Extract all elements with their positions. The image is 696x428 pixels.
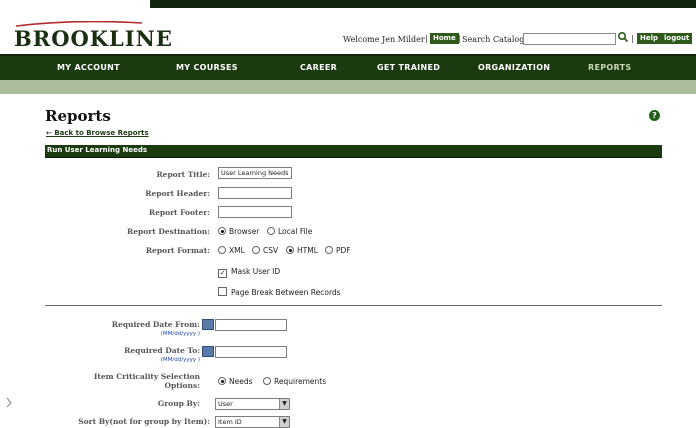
option-label: Local File: [278, 227, 313, 236]
divider: [45, 305, 662, 306]
top-strip-dark: [150, 0, 696, 8]
required-date-to-field[interactable]: [215, 346, 287, 358]
page-title: Reports: [45, 107, 111, 125]
chevron-down-icon[interactable]: ▼: [279, 399, 289, 409]
calendar-icon[interactable]: [202, 346, 214, 357]
help-button[interactable]: Help: [637, 33, 662, 44]
criticality-requirements-option[interactable]: Requirements: [263, 377, 326, 386]
radio-button[interactable]: [252, 246, 260, 254]
separator: |: [458, 34, 461, 43]
nav-my-account[interactable]: MY ACCOUNT: [57, 63, 120, 72]
top-strip: [0, 0, 696, 8]
logo[interactable]: BROOKLINE: [14, 26, 173, 51]
nav-organization[interactable]: ORGANIZATION: [478, 63, 550, 72]
radio-button[interactable]: [267, 227, 275, 235]
sub-nav-bar: [0, 80, 696, 94]
sort-by-label: Sort By(not for group by Item):: [78, 417, 210, 426]
date-format-hint: (MM/dd/yyyy ): [160, 331, 200, 337]
welcome-text: Welcome Jen Milder: [343, 35, 425, 44]
mouse-cursor-icon: [6, 398, 12, 408]
option-label: Browser: [229, 227, 260, 236]
mask-user-id-checkbox[interactable]: ✓ Mask User ID: [218, 267, 280, 278]
radio-button[interactable]: [218, 377, 226, 385]
separator: |: [631, 34, 634, 43]
main-nav: MY ACCOUNT MY COURSES CAREER GET TRAINED…: [0, 54, 696, 82]
radio-button[interactable]: [263, 377, 271, 385]
nav-reports[interactable]: REPORTS: [588, 63, 631, 72]
checkbox-label: Mask User ID: [231, 267, 281, 276]
radio-button[interactable]: [218, 227, 226, 235]
radio-button[interactable]: [286, 246, 294, 254]
section-header: Run User Learning Needs: [45, 145, 662, 158]
format-csv-option[interactable]: CSV: [252, 246, 278, 255]
select-value: Item ID: [218, 418, 242, 426]
option-label: Needs: [229, 377, 253, 386]
option-label: XML: [229, 246, 245, 255]
home-button[interactable]: Home: [430, 33, 459, 44]
date-format-hint: (MM/dd/yyyy ): [160, 357, 200, 363]
required-date-from-label: Required Date From:: [111, 320, 200, 329]
report-title-label: Report Title:: [156, 170, 210, 179]
destination-browser-option[interactable]: Browser: [218, 227, 259, 236]
logout-button[interactable]: logout: [661, 33, 693, 44]
chevron-down-icon[interactable]: ▼: [279, 417, 289, 427]
nav-my-courses[interactable]: MY COURSES: [176, 63, 238, 72]
required-date-to-label: Required Date To:: [124, 346, 200, 355]
destination-local-file-option[interactable]: Local File: [267, 227, 312, 236]
format-xml-option[interactable]: XML: [218, 246, 245, 255]
section-title: Run User Learning Needs: [47, 146, 148, 154]
criticality-label-line1: Item Criticality Selection: [93, 372, 200, 381]
page-break-checkbox[interactable]: Page Break Between Records: [218, 287, 341, 297]
report-footer-label: Report Footer:: [148, 208, 210, 217]
report-footer-field[interactable]: [218, 206, 292, 218]
separator: |: [425, 34, 428, 43]
report-format-label: Report Format:: [145, 246, 210, 255]
checkbox-checked-icon[interactable]: ✓: [218, 269, 227, 278]
option-label: PDF: [336, 246, 351, 255]
back-to-browse-reports-link[interactable]: ← Back to Browse Reports: [46, 129, 149, 137]
checkbox-icon[interactable]: [218, 287, 227, 296]
criticality-label-line2: Options:: [164, 381, 200, 390]
help-icon[interactable]: ?: [649, 110, 660, 121]
group-by-select[interactable]: User ▼: [215, 398, 290, 410]
calendar-icon[interactable]: [202, 319, 214, 330]
report-header-field[interactable]: [218, 187, 292, 199]
search-label: Search Catalog: [462, 35, 525, 44]
option-label: HTML: [297, 246, 318, 255]
radio-button[interactable]: [325, 246, 333, 254]
report-header-label: Report Header:: [145, 189, 210, 198]
required-date-from-field[interactable]: [215, 319, 287, 331]
checkbox-label: Page Break Between Records: [231, 288, 341, 297]
header: BROOKLINE Welcome Jen Milder | Home | Se…: [0, 8, 696, 54]
search-icon[interactable]: [617, 31, 629, 43]
format-pdf-option[interactable]: PDF: [325, 246, 351, 255]
group-by-label: Group By:: [157, 399, 200, 408]
nav-career[interactable]: CAREER: [300, 63, 337, 72]
criticality-needs-option[interactable]: Needs: [218, 377, 253, 386]
report-destination-label: Report Destination:: [127, 227, 210, 236]
nav-get-trained[interactable]: GET TRAINED: [377, 63, 440, 72]
option-label: CSV: [263, 246, 279, 255]
search-input[interactable]: [523, 33, 616, 45]
option-label: Requirements: [274, 377, 327, 386]
sort-by-select[interactable]: Item ID ▼: [215, 416, 290, 428]
radio-button[interactable]: [218, 246, 226, 254]
format-html-option[interactable]: HTML: [286, 246, 318, 255]
back-link-label: Back to Browse Reports: [54, 129, 149, 137]
select-value: User: [218, 400, 233, 408]
report-title-field[interactable]: User Learning Needs: [218, 167, 292, 179]
